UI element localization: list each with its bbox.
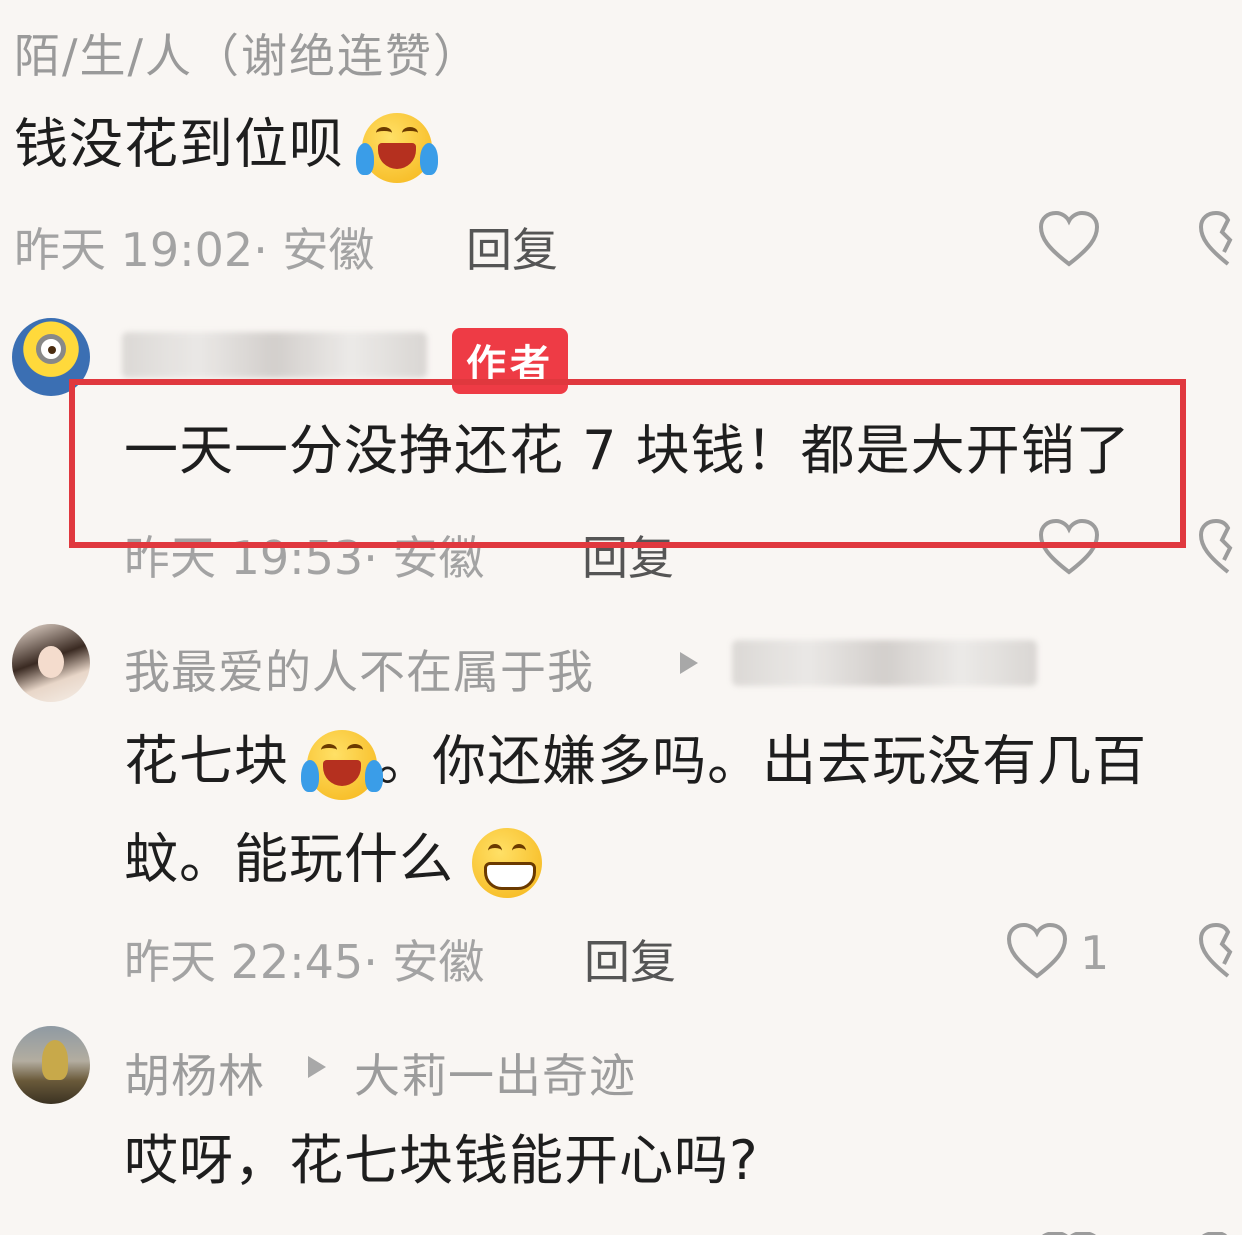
comment-body: 哎呀，花七块钱能开心吗? — [124, 1129, 759, 1192]
comment-time: 昨天 19:02 — [14, 223, 254, 277]
reply-arrow-icon — [680, 652, 698, 674]
like-heart-icon[interactable] — [1038, 210, 1100, 268]
reply-to-name[interactable]: 大莉一出奇迹 — [354, 1040, 636, 1106]
dislike-heartbreak-icon[interactable] — [1198, 210, 1242, 268]
comment-body-part: 花七块 — [124, 729, 289, 793]
comment-author-name[interactable]: 胡杨林 — [124, 1040, 265, 1106]
comment-location: · 安徽 — [363, 935, 485, 989]
comment-text: 蚊。能玩什么 — [124, 827, 543, 898]
laugh-cry-emoji — [356, 113, 439, 183]
comment-body: 钱没花到位呗 — [14, 112, 344, 176]
laugh-cry-emoji — [301, 730, 384, 800]
blurred-username — [732, 640, 1037, 686]
reply-button[interactable]: 回复 — [584, 926, 676, 992]
comment-body-part: 。你还嫌多吗。出去玩没有几百 — [377, 729, 1148, 793]
blurred-username — [122, 332, 427, 378]
reply-button[interactable]: 回复 — [466, 214, 558, 280]
comment-author-name[interactable]: 陌/生/人（谢绝连赞） — [14, 20, 481, 86]
comment-time: 昨天 22:45 — [124, 935, 364, 989]
highlight-box — [69, 379, 1186, 548]
comment-author-name[interactable]: 我最爱的人不在属于我 — [124, 636, 594, 702]
comment-meta: 昨天 19:02· 安徽 — [14, 214, 374, 280]
comment-list: 陌/生/人（谢绝连赞） 钱没花到位呗 昨天 19:02· 安徽 回复 作者 一天… — [0, 0, 1242, 1235]
comment-meta: 昨天 22:45· 安徽 — [124, 926, 484, 992]
comment-location: · 安徽 — [253, 223, 375, 277]
comment-text: 钱没花到位呗 — [14, 112, 439, 183]
grin-emoji — [472, 828, 543, 898]
like-heart-icon[interactable] — [1006, 922, 1068, 980]
dislike-heartbreak-icon[interactable] — [1198, 922, 1242, 980]
like-heart-icon[interactable] — [1038, 1226, 1100, 1235]
avatar[interactable] — [12, 624, 90, 702]
comment-body-part: 蚊。能玩什么 — [124, 827, 454, 891]
dislike-heartbreak-icon[interactable] — [1198, 1226, 1242, 1235]
dislike-heartbreak-icon[interactable] — [1198, 518, 1242, 576]
avatar[interactable] — [12, 1026, 90, 1104]
comment-text: 花七块 。你还嫌多吗。出去玩没有几百 — [124, 730, 1147, 800]
reply-arrow-icon — [308, 1056, 326, 1078]
like-count: 1 — [1080, 926, 1110, 980]
